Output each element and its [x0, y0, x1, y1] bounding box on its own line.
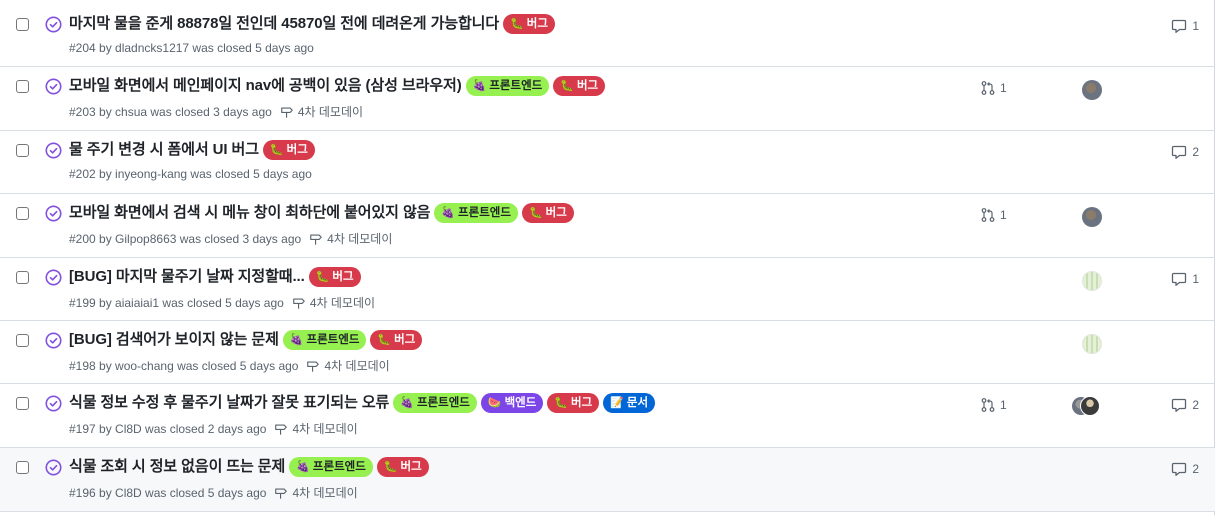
comment-count: 2 — [1192, 398, 1199, 412]
pull-request-icon — [981, 81, 995, 95]
issue-meta: #200 by Gilpop8663 was closed 3 days ago — [69, 231, 302, 246]
issue-meta: #197 by Cl8D was closed 2 days ago — [69, 421, 267, 436]
issue-title[interactable]: 모바일 화면에서 메인페이지 nav에 공백이 있음 (삼성 브라우저) — [69, 76, 462, 96]
label-frontend[interactable]: 🍇 프론트엔드 — [282, 330, 367, 350]
issue-row[interactable]: 식물 조회 시 정보 없음이 뜨는 문제 🍇 프론트엔드 🐛 버그 #196 by … — [0, 448, 1215, 512]
label-frontend[interactable]: 🍇 프론트엔드 — [393, 393, 477, 413]
issue-title[interactable]: 식물 조회 시 정보 없음이 뜨는 문제 — [69, 457, 285, 477]
assignee-avatar[interactable] — [1080, 396, 1100, 416]
issue-row[interactable]: 모바일 화면에서 검색 시 메뉴 창이 최하단에 붙어있지 않음 🍇 프론트엔드 … — [0, 194, 1215, 258]
label-frontend[interactable]: 🍇 프론트엔드 — [434, 203, 518, 223]
select-checkbox[interactable] — [16, 80, 29, 93]
comment-icon — [1172, 398, 1187, 412]
comment-count: 1 — [1192, 19, 1199, 33]
linked-pr[interactable]: 1 — [980, 80, 1007, 96]
issue-row[interactable]: 식물 정보 수정 후 물주기 날짜가 잘못 표기되는 오류 🍇 프론트엔드 🍉 백엔… — [0, 384, 1215, 448]
issue-meta: #196 by Cl8D was closed 5 days ago — [69, 485, 267, 500]
comment-count: 2 — [1192, 145, 1199, 159]
issue-row[interactable]: [BUG] 마지막 물주기 날짜 지정할때... 🐛 버그 #199 by aia… — [0, 258, 1215, 321]
assignee-avatars[interactable] — [1072, 396, 1108, 416]
label-bug[interactable]: 🐛 버그 — [308, 267, 361, 287]
label-frontend[interactable]: 🍇 프론트엔드 — [465, 76, 550, 96]
select-checkbox[interactable] — [16, 397, 29, 410]
label-docs[interactable]: 📝 문서 — [603, 393, 656, 413]
comment-icon — [1172, 272, 1187, 286]
select-checkbox[interactable] — [16, 207, 29, 220]
milestone-icon — [310, 233, 322, 245]
comments-link[interactable]: 1 — [1171, 18, 1199, 34]
pull-request-icon — [981, 398, 995, 412]
issue-meta: #202 by inyeong-kang was closed 5 days a… — [69, 167, 312, 181]
issue-title[interactable]: [BUG] 마지막 물주기 날짜 지정할때... — [69, 267, 305, 287]
issue-title[interactable]: [BUG] 검색어가 보이지 않는 문제 — [69, 330, 279, 350]
assignee-avatar[interactable] — [1082, 207, 1102, 227]
closed-issue-icon — [45, 205, 62, 222]
label-bug[interactable]: 🐛 버그 — [503, 14, 555, 34]
closed-issue-icon — [45, 332, 62, 349]
milestone-icon — [280, 106, 293, 118]
assignee-avatar[interactable] — [1082, 80, 1102, 100]
milestone-link[interactable]: 4차 데모데이 — [274, 420, 358, 437]
milestone-link[interactable]: 4차 데모데이 — [292, 294, 375, 311]
closed-issue-icon — [45, 142, 62, 159]
issue-row[interactable]: 마지막 물을 준게 88878일 전인데 45870일 전에 데려온게 가능합니… — [0, 5, 1215, 67]
select-checkbox[interactable] — [16, 461, 29, 474]
issue-title[interactable]: 물 주기 변경 시 폼에서 UI 버그 — [69, 140, 259, 160]
issue-row[interactable]: 물 주기 변경 시 폼에서 UI 버그 🐛 버그 #202 by inyeong-… — [0, 131, 1215, 194]
comments-link[interactable]: 2 — [1171, 461, 1199, 477]
comments-link[interactable]: 2 — [1171, 144, 1199, 160]
milestone-icon — [307, 360, 320, 372]
issue-meta: #198 by woo-chang was closed 5 days ago — [69, 358, 299, 373]
select-checkbox[interactable] — [16, 144, 29, 157]
closed-issue-icon — [45, 16, 62, 33]
label-bug[interactable]: 🐛 버그 — [547, 393, 600, 413]
label-bug[interactable]: 🐛 버그 — [521, 203, 574, 223]
comment-icon — [1172, 462, 1187, 476]
issue-title[interactable]: 마지막 물을 준게 88878일 전인데 45870일 전에 데려온게 가능합니… — [69, 14, 499, 34]
comments-link[interactable]: 1 — [1171, 271, 1199, 287]
select-checkbox[interactable] — [16, 18, 29, 31]
comment-icon — [1172, 145, 1187, 159]
milestone-link[interactable]: 4차 데모데이 — [280, 103, 363, 120]
comment-icon — [1172, 19, 1187, 33]
closed-issue-icon — [45, 395, 62, 412]
label-backend[interactable]: 🍉 백엔드 — [480, 393, 544, 413]
label-bug[interactable]: 🐛 버그 — [553, 76, 606, 96]
label-bug[interactable]: 🐛 버그 — [376, 457, 429, 477]
milestone-link[interactable]: 4차 데모데이 — [274, 484, 358, 501]
milestone-icon — [275, 487, 288, 499]
select-checkbox[interactable] — [16, 334, 29, 347]
select-checkbox[interactable] — [16, 271, 29, 284]
closed-issue-icon — [45, 269, 62, 286]
closed-issue-icon — [45, 78, 62, 95]
issue-meta: #199 by aiaiaiai1 was closed 5 days ago — [69, 295, 284, 310]
issue-row[interactable]: 모바일 화면에서 메인페이지 nav에 공백이 있음 (삼성 브라우저) 🍇 프론… — [0, 67, 1215, 131]
issue-meta: #204 by dladncks1217 was closed 5 days a… — [69, 41, 314, 55]
comments-link[interactable]: 2 — [1171, 397, 1199, 413]
linked-pr[interactable]: 1 — [980, 207, 1007, 223]
milestone-link[interactable]: 4차 데모데이 — [309, 230, 392, 247]
issue-title[interactable]: 식물 정보 수정 후 물주기 날짜가 잘못 표기되는 오류 — [69, 393, 389, 413]
milestone-icon — [292, 297, 305, 309]
assignee-avatar[interactable] — [1082, 334, 1102, 354]
milestone-link[interactable]: 4차 데모데이 — [306, 357, 390, 374]
label-bug[interactable]: 🐛 버그 — [262, 140, 315, 160]
issue-list: 마지막 물을 준게 88878일 전인데 45870일 전에 데려온게 가능합니… — [0, 0, 1215, 515]
linked-pr[interactable]: 1 — [980, 397, 1007, 413]
comment-count: 2 — [1192, 462, 1199, 476]
issue-title[interactable]: 모바일 화면에서 검색 시 메뉴 창이 최하단에 붙어있지 않음 — [69, 203, 430, 223]
label-frontend[interactable]: 🍇 프론트엔드 — [289, 457, 373, 477]
milestone-icon — [275, 423, 288, 435]
assignee-avatar[interactable] — [1082, 271, 1102, 291]
pull-request-icon — [981, 208, 995, 222]
issue-meta: #203 by chsua was closed 3 days ago — [69, 104, 272, 119]
label-bug[interactable]: 🐛 버그 — [370, 330, 423, 350]
closed-issue-icon — [45, 459, 62, 476]
comment-count: 1 — [1192, 272, 1199, 286]
issue-row[interactable]: [BUG] 검색어가 보이지 않는 문제 🍇 프론트엔드 🐛 버그 #198 by … — [0, 321, 1215, 384]
